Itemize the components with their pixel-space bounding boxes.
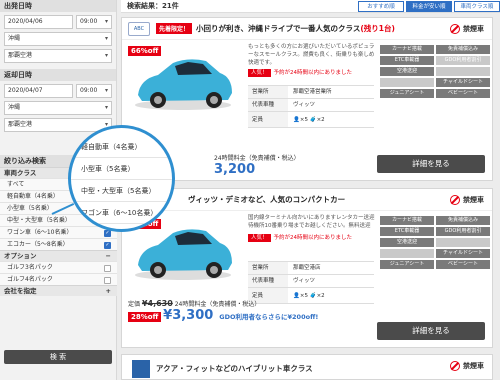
- option-title[interactable]: オプション −: [0, 250, 117, 261]
- price: ¥3,300: [163, 308, 214, 323]
- checkbox[interactable]: [104, 265, 111, 272]
- feature-blank: [436, 67, 490, 76]
- results-area: 検索結果：21件 おすすめ順 料金が安い順 車両クラス順 ABC 先着限定！ 小…: [121, 0, 500, 380]
- plan-description: 国内線ターミナル向かいにありますレンタカー送迎待機所10番乗り場までお越しくださ…: [248, 215, 375, 242]
- option-golf3[interactable]: ゴルフ3名パック: [0, 261, 117, 273]
- plan-card: ABC 先着限定！ 小回りが利き、沖縄ドライブで一番人気のクラス(残り1台) 禁…: [121, 17, 493, 181]
- plan-title: 小回りが利き、沖縄ドライブで一番人気のクラス(残り1台): [196, 24, 395, 33]
- results-header: 検索結果：21件 おすすめ順 料金が安い順 車両クラス順: [121, 0, 500, 13]
- return-place-select[interactable]: 那覇空港 ▾: [4, 118, 112, 132]
- plan-description: もっとも多くの方にお選びいただいているポピュラーなスモールクラス。燃費も良く、街…: [248, 44, 375, 77]
- plan-card: アクア・フィットなどのハイブリット車クラス 禁煙車: [121, 354, 493, 380]
- filter-item-eco[interactable]: エコカー（5〜8名乗） ✓: [0, 238, 117, 250]
- departure-date-input[interactable]: 2020/04/06: [4, 15, 73, 29]
- person-icon: 👤: [293, 117, 300, 123]
- plan-card: ヴィッツ・デミオなど、人気のコンパクトカー 禁煙車 28%off 国内線ターミナ…: [121, 188, 493, 348]
- departure-title: 出発日時: [0, 0, 116, 12]
- company-title[interactable]: 会社を指定 +: [0, 285, 117, 296]
- feature-blank: [380, 249, 434, 258]
- nosmoke-label: 禁煙車: [450, 361, 484, 371]
- checkbox[interactable]: ✓: [104, 230, 111, 237]
- feature-gdo: GDO利用者割引: [436, 56, 490, 65]
- feature-grid: カーナビ搭載 免責補償込み ETC車載器 GDO利用者割引 空港送迎 チャイルド…: [380, 45, 490, 98]
- tab-class[interactable]: 車両クラス順: [454, 0, 500, 12]
- checkbox[interactable]: ✓: [104, 242, 111, 249]
- no-smoking-icon: [450, 361, 460, 371]
- no-smoking-icon: [450, 194, 460, 205]
- price: 3,200: [214, 162, 256, 177]
- checkbox[interactable]: [104, 277, 111, 284]
- list-price: 定価 ¥4,630: [128, 299, 173, 308]
- plan-title: アクア・フィットなどのハイブリット車クラス: [156, 364, 313, 373]
- feature-junior-seat: ジュニアシート: [380, 89, 434, 98]
- departure-pref-select[interactable]: 沖縄 ▾: [4, 32, 112, 46]
- limited-badge: 先着限定！: [156, 23, 193, 34]
- popular-badge: 人気！: [248, 234, 271, 242]
- nosmoke-label: 禁煙車: [450, 194, 484, 205]
- chevron-down-icon: ▾: [104, 52, 108, 59]
- chevron-down-icon: ▾: [104, 18, 108, 25]
- feature-baby-seat: ベビーシート: [436, 260, 490, 269]
- feature-shuttle: 空港送迎: [380, 238, 434, 247]
- feature-insurance: 免責補償込み: [436, 45, 490, 54]
- feature-child-seat: チャイルドシート: [436, 78, 490, 87]
- no-smoking-icon: [450, 23, 460, 34]
- filter-item-wagon[interactable]: ワゴン車（6〜10名乗） ✓: [0, 226, 117, 238]
- luggage-icon: 🧳: [309, 117, 317, 123]
- plan-title: ヴィッツ・デミオなど、人気のコンパクトカー: [188, 195, 346, 204]
- feature-junior-seat: ジュニアシート: [380, 260, 434, 269]
- zoom-item: 中型・大型車（5名乗）: [71, 180, 172, 202]
- feature-blank: [436, 238, 490, 247]
- company-logo: [132, 360, 150, 378]
- zoom-callout: 軽自動車（4名乗） 小型車（5名乗） 中型・大型車（5名乗） ワゴン車（6〜10…: [68, 125, 175, 232]
- price-note: 24時間料金（免責補償・税込）: [214, 155, 300, 162]
- zoom-item: 小型車（5名乗）: [71, 158, 172, 180]
- feature-insurance: 免責補償込み: [436, 216, 490, 225]
- plan-info-table: 営業所 那覇空港店 代表車種 ヴィッツ 定員 👤×5 🧳×2: [248, 261, 374, 304]
- company-logo: ABC: [128, 21, 150, 36]
- nosmoke-label: 禁煙車: [450, 23, 484, 34]
- price-note: 24時間料金（免責補償・税込）: [174, 301, 261, 308]
- gdo-discount-note: GDO利用者ならさらに¥200off!: [219, 313, 319, 321]
- return-pref-select[interactable]: 沖縄 ▾: [4, 101, 112, 115]
- detail-button[interactable]: 詳細を見る: [377, 322, 485, 340]
- option-golf4[interactable]: ゴルフ4名パック: [0, 273, 117, 285]
- return-time-select[interactable]: 09:00 ▾: [76, 84, 112, 98]
- departure-time-select[interactable]: 09:00 ▾: [76, 15, 112, 29]
- feature-navi: カーナビ搭載: [380, 216, 434, 225]
- reserved-note: 予約が24時間以内にありました: [273, 235, 353, 241]
- return-title: 返却日時: [0, 69, 116, 81]
- feature-blank: [380, 78, 434, 87]
- tab-recommended[interactable]: おすすめ順: [358, 0, 404, 12]
- tab-cheapest[interactable]: 料金が安い順: [406, 0, 452, 12]
- reserved-note: 予約が24時間以内にありました: [273, 70, 353, 76]
- feature-etc: ETC車載器: [380, 56, 434, 65]
- departure-place-select[interactable]: 那覇空港 ▾: [4, 49, 112, 63]
- feature-child-seat: チャイルドシート: [436, 249, 490, 258]
- price-area: 24時間料金（免責補償・税込） 3,200: [214, 153, 300, 177]
- popular-badge: 人気！: [248, 69, 271, 77]
- feature-shuttle: 空港送迎: [380, 67, 434, 76]
- plan-info-table: 営業所 那覇空港営業所 代表車種 ヴィッツ 定員 👤×5 🧳×2: [248, 85, 374, 128]
- feature-navi: カーナビ搭載: [380, 45, 434, 54]
- price-area: 定価 ¥4,630 24時間料金（免責補償・税込） 28%off ¥3,300 …: [128, 299, 318, 323]
- result-count: 検索結果：21件: [127, 2, 179, 10]
- plus-icon: +: [105, 287, 111, 295]
- discount-pct: 28%off: [128, 312, 162, 322]
- chevron-down-icon: ▾: [104, 104, 108, 111]
- feature-grid: カーナビ搭載 免責補償込み ETC車載器 GDO利用者割引 空港送迎 チャイルド…: [380, 216, 490, 269]
- feature-baby-seat: ベビーシート: [436, 89, 490, 98]
- feature-gdo: GDO利用者割引: [436, 227, 490, 236]
- chevron-down-icon: ▾: [104, 87, 108, 94]
- feature-etc: ETC車載器: [380, 227, 434, 236]
- chevron-down-icon: ▾: [104, 35, 108, 42]
- search-button[interactable]: 検 索: [4, 350, 112, 364]
- zoom-item: 軽自動車（4名乗）: [71, 136, 172, 158]
- return-date-input[interactable]: 2020/04/07: [4, 84, 73, 98]
- detail-button[interactable]: 詳細を見る: [377, 155, 485, 173]
- discount-tag: 66%off: [128, 46, 162, 56]
